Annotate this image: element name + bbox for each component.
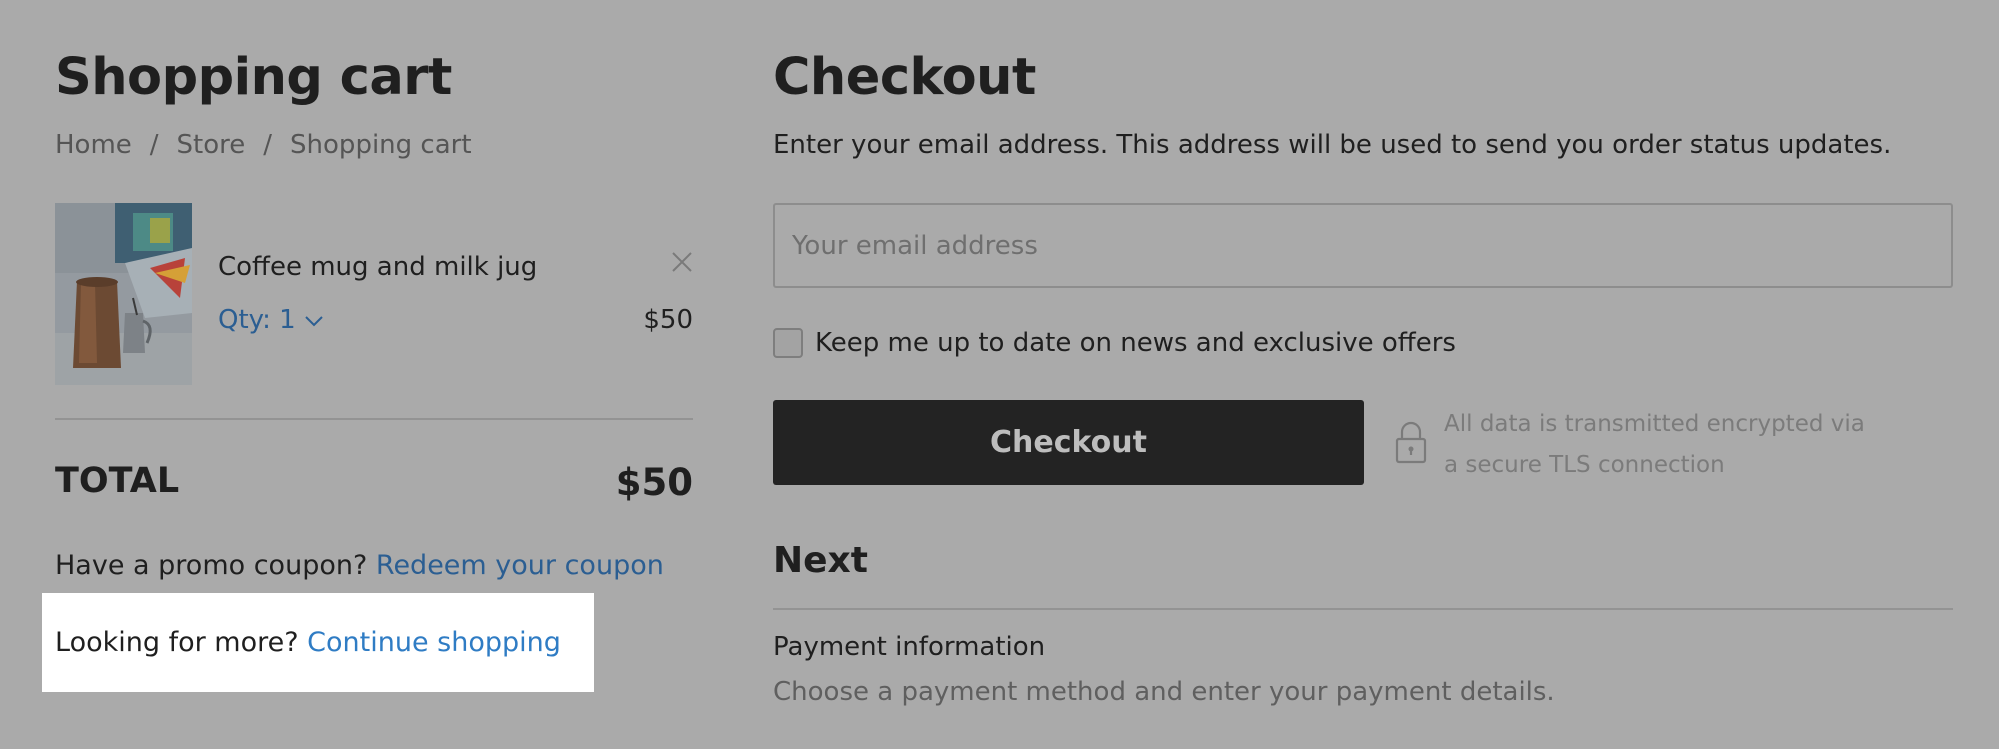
payment-information-description: Choose a payment method and enter your p… bbox=[773, 677, 1555, 707]
promo-text: Have a promo coupon? bbox=[55, 550, 368, 581]
promo-coupon-row: Have a promo coupon? Redeem your coupon bbox=[55, 550, 664, 581]
divider bbox=[773, 608, 1953, 610]
looking-for-more-text: Looking for more? bbox=[55, 627, 299, 658]
close-icon bbox=[670, 250, 694, 278]
email-field[interactable] bbox=[773, 203, 1953, 288]
secure-note-line: All data is transmitted encrypted via bbox=[1444, 411, 1865, 437]
checkout-title: Checkout bbox=[773, 48, 1036, 107]
page-title: Shopping cart bbox=[55, 48, 452, 107]
total-label: TOTAL bbox=[55, 461, 180, 501]
quantity-label: Qty: 1 bbox=[218, 305, 296, 335]
divider bbox=[55, 418, 693, 420]
product-thumbnail bbox=[55, 203, 192, 385]
breadcrumb-separator: / bbox=[149, 130, 159, 160]
newsletter-checkbox[interactable] bbox=[773, 328, 803, 358]
total-value: $50 bbox=[615, 461, 693, 504]
continue-shopping-link[interactable]: Continue shopping bbox=[307, 627, 561, 658]
email-description: Enter your email address. This address w… bbox=[773, 130, 1892, 160]
secure-note-line: a secure TLS connection bbox=[1444, 452, 1725, 478]
breadcrumb-current: Shopping cart bbox=[290, 130, 472, 160]
breadcrumb-home[interactable]: Home bbox=[55, 130, 132, 160]
newsletter-label[interactable]: Keep me up to date on news and exclusive… bbox=[815, 328, 1456, 358]
quantity-selector[interactable]: Qty: 1 bbox=[218, 305, 324, 335]
checkout-button[interactable]: Checkout bbox=[773, 400, 1364, 485]
breadcrumb-separator: / bbox=[263, 130, 273, 160]
continue-shopping-row: Looking for more? Continue shopping bbox=[55, 627, 561, 658]
breadcrumb-store[interactable]: Store bbox=[177, 130, 246, 160]
cart-item-price: $50 bbox=[643, 305, 693, 335]
chevron-down-icon bbox=[304, 305, 324, 335]
payment-information-title: Payment information bbox=[773, 632, 1046, 662]
remove-item-button[interactable] bbox=[668, 250, 696, 278]
breadcrumb: Home / Store / Shopping cart bbox=[55, 130, 472, 160]
redeem-coupon-link[interactable]: Redeem your coupon bbox=[376, 550, 664, 581]
newsletter-option[interactable]: Keep me up to date on news and exclusive… bbox=[773, 328, 1456, 358]
next-section-title: Next bbox=[773, 540, 868, 581]
cart-item-name: Coffee mug and milk jug bbox=[218, 252, 538, 282]
secure-connection-note: All data is transmitted encrypted via a … bbox=[1444, 404, 1924, 486]
lock-icon bbox=[1394, 420, 1428, 465]
